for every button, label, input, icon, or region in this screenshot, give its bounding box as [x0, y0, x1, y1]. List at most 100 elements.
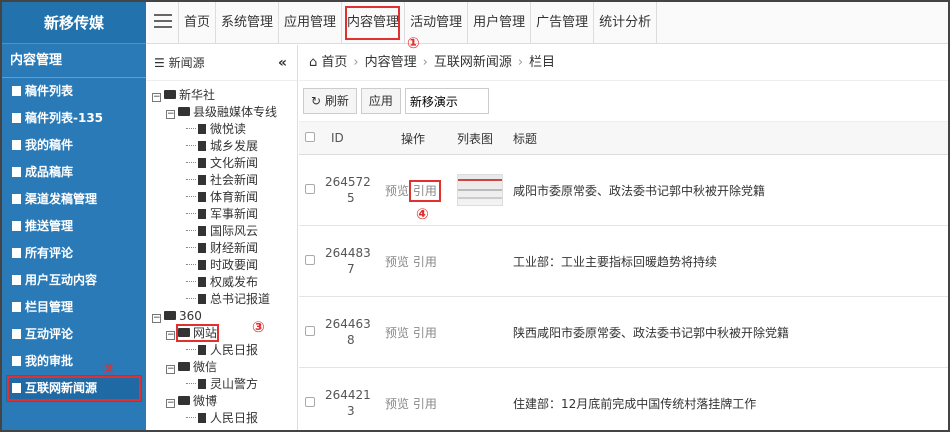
folder-icon — [178, 396, 190, 405]
cite-link[interactable]: 引用 — [413, 397, 437, 411]
home-icon: ⌂ — [309, 55, 322, 70]
tree-node-county-media[interactable]: − 县级融媒体专线 — [146, 104, 297, 121]
folder-icon — [178, 107, 190, 116]
tree-leaf[interactable]: 文化新闻 — [146, 155, 297, 172]
row-title[interactable]: 住建部：12月底前完成中国传统村落挂牌工作 — [513, 367, 948, 430]
table-header-row: ID 操作 列表图 标题 — [299, 121, 948, 155]
tab-ad-management[interactable]: 广告管理 — [530, 2, 593, 44]
breadcrumb: ⌂ 首页 › 内容管理 › 互联网新闻源 › 栏目 — [299, 45, 948, 81]
tab-system-management[interactable]: 系统管理 — [215, 2, 278, 44]
website-node-highlight[interactable]: 网站 — [175, 324, 220, 342]
collapse-toggle-icon[interactable]: − — [152, 314, 161, 323]
tab-statistics[interactable]: 统计分析 — [593, 2, 658, 44]
collapse-toggle-icon[interactable]: − — [166, 365, 175, 374]
collapse-panel-icon[interactable]: « — [278, 45, 287, 81]
row-checkbox[interactable] — [305, 397, 315, 407]
preview-link[interactable]: 预览 — [385, 184, 409, 198]
row-title[interactable]: 陕西咸阳市委原常委、政法委书记郭中秋被开除党籍 — [513, 296, 948, 368]
list-icon: ☰ — [154, 56, 169, 70]
sidebar: 新移传媒 内容管理 稿件列表 稿件列表-135 我的稿件 成品稿库 渠道发稿管理… — [2, 2, 146, 430]
tree-leaf[interactable]: 时政要闻 — [146, 257, 297, 274]
tree-leaf[interactable]: 总书记报道 — [146, 291, 297, 308]
sidebar-item-interactive-comments[interactable]: 互动评论 — [2, 321, 146, 348]
sidebar-item-channel-publish[interactable]: 渠道发稿管理 — [2, 186, 146, 213]
row-title[interactable]: 咸阳市委原常委、政法委书记郭中秋被开除党籍 — [513, 154, 948, 226]
collapse-toggle-icon[interactable]: − — [166, 399, 175, 408]
sidebar-item-manuscript-list[interactable]: 稿件列表 — [2, 78, 146, 105]
preview-link[interactable]: 预览 — [385, 397, 409, 411]
document-icon — [198, 243, 206, 253]
sidebar-item-internet-news-source[interactable]: 互联网新闻源 — [6, 375, 142, 402]
collapse-toggle-icon[interactable]: − — [166, 110, 175, 119]
document-icon — [198, 175, 206, 185]
tree-node-website[interactable]: − 网站 — [146, 324, 297, 342]
document-icon — [198, 277, 206, 287]
sidebar-item-all-comments[interactable]: 所有评论 — [2, 240, 146, 267]
top-navigation: 首页 系统管理 应用管理 内容管理 活动管理 用户管理 广告管理 统计分析 — [146, 2, 948, 44]
id-column-header: ID — [317, 121, 379, 155]
tab-user-management[interactable]: 用户管理 — [467, 2, 530, 44]
document-icon — [198, 379, 206, 389]
sidebar-item-my-manuscripts[interactable]: 我的稿件 — [2, 132, 146, 159]
row-checkbox[interactable] — [305, 184, 315, 194]
tree-leaf[interactable]: 城乡发展 — [146, 138, 297, 155]
cite-link[interactable]: 引用 — [408, 179, 441, 202]
table-row: 264463 8 预览 引用 陕西咸阳市委原常委、政法委书记郭中秋被开除党籍 — [299, 296, 948, 368]
tree-leaf[interactable]: 灵山警方 — [146, 376, 297, 393]
row-id: 264572 5 — [317, 154, 379, 226]
select-all-checkbox[interactable] — [305, 132, 315, 142]
sidebar-item-column-management[interactable]: 栏目管理 — [2, 294, 146, 321]
tree-header: ☰ 新闻源 « — [146, 45, 297, 81]
sidebar-item-push-management[interactable]: 推送管理 — [2, 213, 146, 240]
apply-button[interactable]: 应用 — [360, 88, 401, 114]
sidebar-item-manuscript-list-135[interactable]: 稿件列表-135 — [2, 105, 146, 132]
sidebar-item-my-approvals[interactable]: 我的审批 — [2, 348, 146, 375]
tree-node-360[interactable]: −360 — [146, 308, 297, 325]
breadcrumb-internet-news-source[interactable]: 互联网新闻源 — [434, 55, 512, 70]
cite-link[interactable]: 引用 — [413, 326, 437, 340]
tree-leaf[interactable]: 社会新闻 — [146, 172, 297, 189]
tab-app-management[interactable]: 应用管理 — [278, 2, 341, 44]
tree-node-weibo[interactable]: − 微博 — [146, 393, 297, 410]
tree-leaf[interactable]: 财经新闻 — [146, 240, 297, 257]
tree-leaf[interactable]: 军事新闻 — [146, 206, 297, 223]
document-icon — [12, 221, 21, 231]
tab-home[interactable]: 首页 — [178, 2, 215, 44]
preview-link[interactable]: 预览 — [385, 326, 409, 340]
row-title[interactable]: 工业部：工业主要指标回暖趋势将持续 — [513, 225, 948, 297]
tree-leaf[interactable]: 人民日报 — [146, 410, 297, 427]
sidebar-item-user-interaction[interactable]: 用户互动内容 — [2, 267, 146, 294]
document-icon — [12, 302, 21, 312]
annotation-marker-1: ① — [407, 34, 420, 52]
document-icon — [198, 260, 206, 270]
row-checkbox[interactable] — [305, 326, 315, 336]
select-all-cell — [299, 121, 317, 155]
tree-leaf[interactable]: 微悦读 — [146, 121, 297, 138]
row-id: 264421 3 — [317, 367, 379, 430]
document-icon — [198, 192, 206, 202]
tree-leaf[interactable]: 权威发布 — [146, 274, 297, 291]
refresh-button[interactable]: ↻ 刷新 — [303, 88, 357, 114]
document-icon — [198, 294, 206, 304]
document-icon — [12, 194, 21, 204]
tab-content-management[interactable]: 内容管理 — [341, 2, 404, 44]
collapse-toggle-icon[interactable]: − — [166, 331, 175, 340]
cite-link[interactable]: 引用 — [413, 255, 437, 269]
document-icon — [12, 248, 21, 258]
tree-leaf[interactable]: 人民日报 — [146, 342, 297, 359]
row-checkbox[interactable] — [305, 255, 315, 265]
tree-leaf[interactable]: 国际风云 — [146, 223, 297, 240]
tree-node-xinhua[interactable]: − 新华社 — [146, 87, 297, 104]
tree-node-wechat[interactable]: − 微信 — [146, 359, 297, 376]
toolbar: ↻ 刷新 应用 — [299, 81, 948, 121]
sidebar-item-finished-library[interactable]: 成品稿库 — [2, 159, 146, 186]
collapse-toggle-icon[interactable]: − — [152, 93, 161, 102]
breadcrumb-home[interactable]: 首页 — [321, 55, 347, 70]
op-column-header: 操作 — [379, 121, 457, 155]
tree-header-title: 新闻源 — [168, 56, 205, 70]
channel-input[interactable] — [404, 88, 489, 114]
preview-link[interactable]: 预览 — [385, 255, 409, 269]
hamburger-menu-icon[interactable] — [154, 14, 172, 30]
breadcrumb-content-management[interactable]: 内容管理 — [365, 55, 417, 70]
tree-leaf[interactable]: 体育新闻 — [146, 189, 297, 206]
